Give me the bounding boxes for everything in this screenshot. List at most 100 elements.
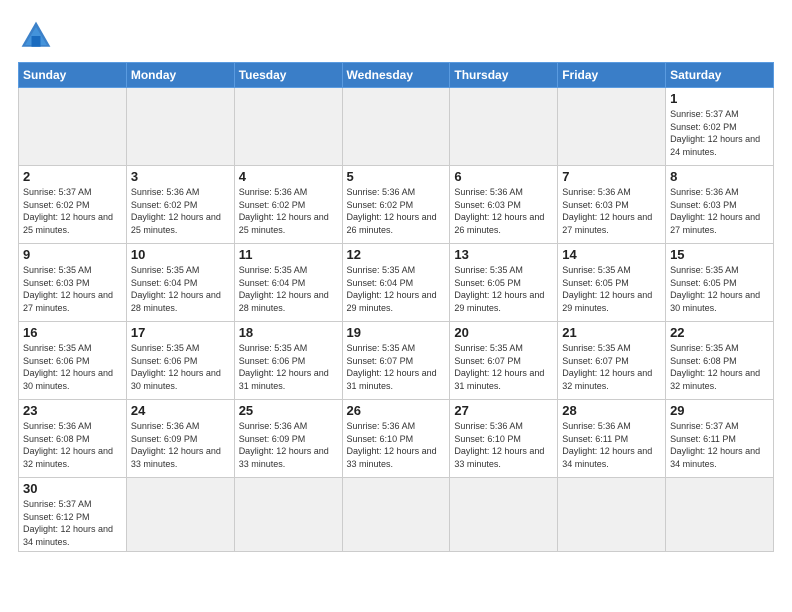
calendar-cell: 4 Sunrise: 5:36 AMSunset: 6:02 PMDaylight… — [234, 166, 342, 244]
calendar-cell: 12 Sunrise: 5:35 AMSunset: 6:04 PMDayligh… — [342, 244, 450, 322]
day-info: Sunrise: 5:36 AMSunset: 6:03 PMDaylight:… — [454, 186, 553, 236]
day-info: Sunrise: 5:37 AMSunset: 6:11 PMDaylight:… — [670, 420, 769, 470]
day-number: 4 — [239, 169, 338, 184]
day-number: 9 — [23, 247, 122, 262]
calendar-cell — [342, 478, 450, 552]
calendar-cell — [234, 88, 342, 166]
calendar-cell — [558, 478, 666, 552]
day-number: 20 — [454, 325, 553, 340]
day-number: 14 — [562, 247, 661, 262]
calendar-cell — [450, 88, 558, 166]
day-info: Sunrise: 5:35 AMSunset: 6:05 PMDaylight:… — [562, 264, 661, 314]
day-number: 10 — [131, 247, 230, 262]
weekday-header-sunday: Sunday — [19, 63, 127, 88]
calendar-cell: 3 Sunrise: 5:36 AMSunset: 6:02 PMDaylight… — [126, 166, 234, 244]
day-info: Sunrise: 5:37 AMSunset: 6:12 PMDaylight:… — [23, 498, 122, 548]
day-number: 8 — [670, 169, 769, 184]
day-info: Sunrise: 5:36 AMSunset: 6:10 PMDaylight:… — [347, 420, 446, 470]
calendar-cell: 2Sunrise: 5:37 AMSunset: 6:02 PMDaylight… — [19, 166, 127, 244]
calendar-cell — [558, 88, 666, 166]
weekday-header-saturday: Saturday — [666, 63, 774, 88]
calendar-cell: 8 Sunrise: 5:36 AMSunset: 6:03 PMDaylight… — [666, 166, 774, 244]
calendar-cell: 1 Sunrise: 5:37 AMSunset: 6:02 PMDaylight… — [666, 88, 774, 166]
day-number: 29 — [670, 403, 769, 418]
calendar-cell: 25 Sunrise: 5:36 AMSunset: 6:09 PMDayligh… — [234, 400, 342, 478]
day-info: Sunrise: 5:35 AMSunset: 6:06 PMDaylight:… — [23, 342, 122, 392]
calendar-cell: 19 Sunrise: 5:35 AMSunset: 6:07 PMDayligh… — [342, 322, 450, 400]
day-info: Sunrise: 5:36 AMSunset: 6:02 PMDaylight:… — [131, 186, 230, 236]
calendar-cell: 13 Sunrise: 5:35 AMSunset: 6:05 PMDayligh… — [450, 244, 558, 322]
calendar-cell: 23 Sunrise: 5:36 AMSunset: 6:08 PMDayligh… — [19, 400, 127, 478]
week-row-5: 30 Sunrise: 5:37 AMSunset: 6:12 PMDayligh… — [19, 478, 774, 552]
day-info: Sunrise: 5:35 AMSunset: 6:05 PMDaylight:… — [454, 264, 553, 314]
day-info: Sunrise: 5:36 AMSunset: 6:02 PMDaylight:… — [239, 186, 338, 236]
day-number: 6 — [454, 169, 553, 184]
calendar-cell — [126, 88, 234, 166]
calendar-cell — [234, 478, 342, 552]
calendar-cell: 16 Sunrise: 5:35 AMSunset: 6:06 PMDayligh… — [19, 322, 127, 400]
day-info: Sunrise: 5:35 AMSunset: 6:04 PMDaylight:… — [239, 264, 338, 314]
calendar-cell: 28Sunrise: 5:36 AMSunset: 6:11 PMDayligh… — [558, 400, 666, 478]
header — [18, 18, 774, 54]
day-info: Sunrise: 5:35 AMSunset: 6:08 PMDaylight:… — [670, 342, 769, 392]
day-info: Sunrise: 5:36 AMSunset: 6:03 PMDaylight:… — [670, 186, 769, 236]
day-number: 3 — [131, 169, 230, 184]
day-number: 12 — [347, 247, 446, 262]
day-number: 18 — [239, 325, 338, 340]
calendar-cell: 18 Sunrise: 5:35 AMSunset: 6:06 PMDayligh… — [234, 322, 342, 400]
day-info: Sunrise: 5:35 AMSunset: 6:06 PMDaylight:… — [239, 342, 338, 392]
day-number: 13 — [454, 247, 553, 262]
page: SundayMondayTuesdayWednesdayThursdayFrid… — [0, 0, 792, 612]
day-number: 1 — [670, 91, 769, 106]
day-info: Sunrise: 5:36 AMSunset: 6:09 PMDaylight:… — [239, 420, 338, 470]
weekday-header-thursday: Thursday — [450, 63, 558, 88]
weekday-header-monday: Monday — [126, 63, 234, 88]
week-row-2: 9Sunrise: 5:35 AMSunset: 6:03 PMDaylight… — [19, 244, 774, 322]
day-number: 27 — [454, 403, 553, 418]
calendar-cell: 24Sunrise: 5:36 AMSunset: 6:09 PMDayligh… — [126, 400, 234, 478]
calendar-cell: 17Sunrise: 5:35 AMSunset: 6:06 PMDayligh… — [126, 322, 234, 400]
day-number: 7 — [562, 169, 661, 184]
calendar-cell — [450, 478, 558, 552]
calendar-cell: 29 Sunrise: 5:37 AMSunset: 6:11 PMDayligh… — [666, 400, 774, 478]
calendar-cell: 22Sunrise: 5:35 AMSunset: 6:08 PMDayligh… — [666, 322, 774, 400]
weekday-header-row: SundayMondayTuesdayWednesdayThursdayFrid… — [19, 63, 774, 88]
day-info: Sunrise: 5:35 AMSunset: 6:04 PMDaylight:… — [347, 264, 446, 314]
day-number: 21 — [562, 325, 661, 340]
day-number: 17 — [131, 325, 230, 340]
day-number: 15 — [670, 247, 769, 262]
week-row-0: 1 Sunrise: 5:37 AMSunset: 6:02 PMDaylight… — [19, 88, 774, 166]
day-number: 26 — [347, 403, 446, 418]
day-info: Sunrise: 5:35 AMSunset: 6:07 PMDaylight:… — [562, 342, 661, 392]
day-info: Sunrise: 5:37 AMSunset: 6:02 PMDaylight:… — [670, 108, 769, 158]
calendar-cell: 10 Sunrise: 5:35 AMSunset: 6:04 PMDayligh… — [126, 244, 234, 322]
day-number: 16 — [23, 325, 122, 340]
day-info: Sunrise: 5:35 AMSunset: 6:07 PMDaylight:… — [347, 342, 446, 392]
day-info: Sunrise: 5:35 AMSunset: 6:07 PMDaylight:… — [454, 342, 553, 392]
calendar-cell: 30 Sunrise: 5:37 AMSunset: 6:12 PMDayligh… — [19, 478, 127, 552]
week-row-1: 2Sunrise: 5:37 AMSunset: 6:02 PMDaylight… — [19, 166, 774, 244]
calendar-cell: 11 Sunrise: 5:35 AMSunset: 6:04 PMDayligh… — [234, 244, 342, 322]
day-info: Sunrise: 5:36 AMSunset: 6:08 PMDaylight:… — [23, 420, 122, 470]
calendar: SundayMondayTuesdayWednesdayThursdayFrid… — [18, 62, 774, 552]
day-number: 19 — [347, 325, 446, 340]
day-info: Sunrise: 5:36 AMSunset: 6:03 PMDaylight:… — [562, 186, 661, 236]
calendar-cell — [666, 478, 774, 552]
calendar-cell — [342, 88, 450, 166]
calendar-cell — [19, 88, 127, 166]
day-info: Sunrise: 5:35 AMSunset: 6:04 PMDaylight:… — [131, 264, 230, 314]
weekday-header-friday: Friday — [558, 63, 666, 88]
calendar-cell: 21 Sunrise: 5:35 AMSunset: 6:07 PMDayligh… — [558, 322, 666, 400]
day-number: 30 — [23, 481, 122, 496]
day-info: Sunrise: 5:36 AMSunset: 6:11 PMDaylight:… — [562, 420, 661, 470]
day-info: Sunrise: 5:36 AMSunset: 6:10 PMDaylight:… — [454, 420, 553, 470]
week-row-3: 16 Sunrise: 5:35 AMSunset: 6:06 PMDayligh… — [19, 322, 774, 400]
week-row-4: 23 Sunrise: 5:36 AMSunset: 6:08 PMDayligh… — [19, 400, 774, 478]
calendar-cell: 26 Sunrise: 5:36 AMSunset: 6:10 PMDayligh… — [342, 400, 450, 478]
weekday-header-wednesday: Wednesday — [342, 63, 450, 88]
day-number: 25 — [239, 403, 338, 418]
day-number: 23 — [23, 403, 122, 418]
day-number: 11 — [239, 247, 338, 262]
day-number: 24 — [131, 403, 230, 418]
calendar-cell: 20 Sunrise: 5:35 AMSunset: 6:07 PMDayligh… — [450, 322, 558, 400]
